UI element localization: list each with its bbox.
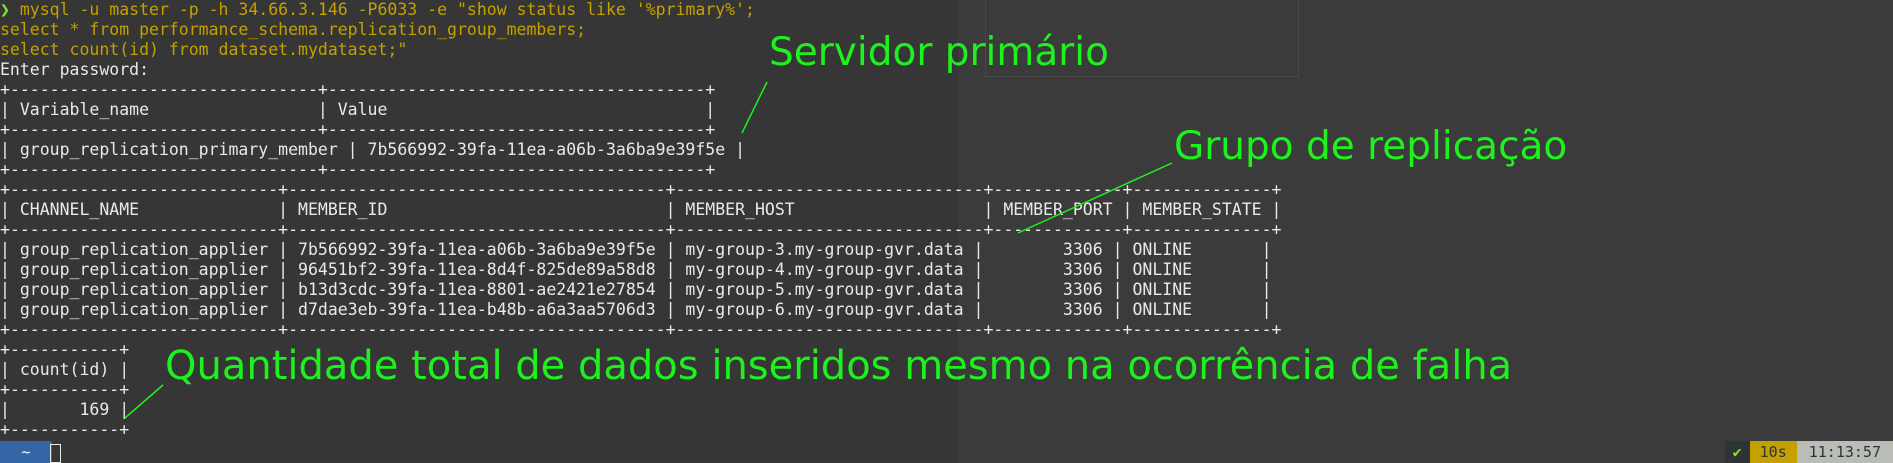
duration-segment: 10s (1749, 441, 1797, 463)
arrow-primary-server (741, 81, 768, 134)
checkmark-icon: ✔ (1724, 441, 1750, 463)
prompt-statusbar: ~ ✔ 10s 11:13:57 (0, 441, 1893, 463)
clock-segment: 11:13:57 (1796, 441, 1893, 463)
arrow-total-data (124, 384, 164, 419)
cwd-segment: ~ (0, 441, 52, 463)
annotation-replication-group: Grupo de replicação (1174, 124, 1568, 169)
annotation-primary-server: Servidor primário (769, 30, 1109, 75)
text-cursor[interactable] (50, 444, 61, 463)
right-status: ✔ 10s 11:13:57 (1724, 441, 1893, 463)
arrow-replication-group (1017, 162, 1173, 234)
annotation-total-data: Quantidade total de dados inseridos mesm… (165, 343, 1513, 389)
